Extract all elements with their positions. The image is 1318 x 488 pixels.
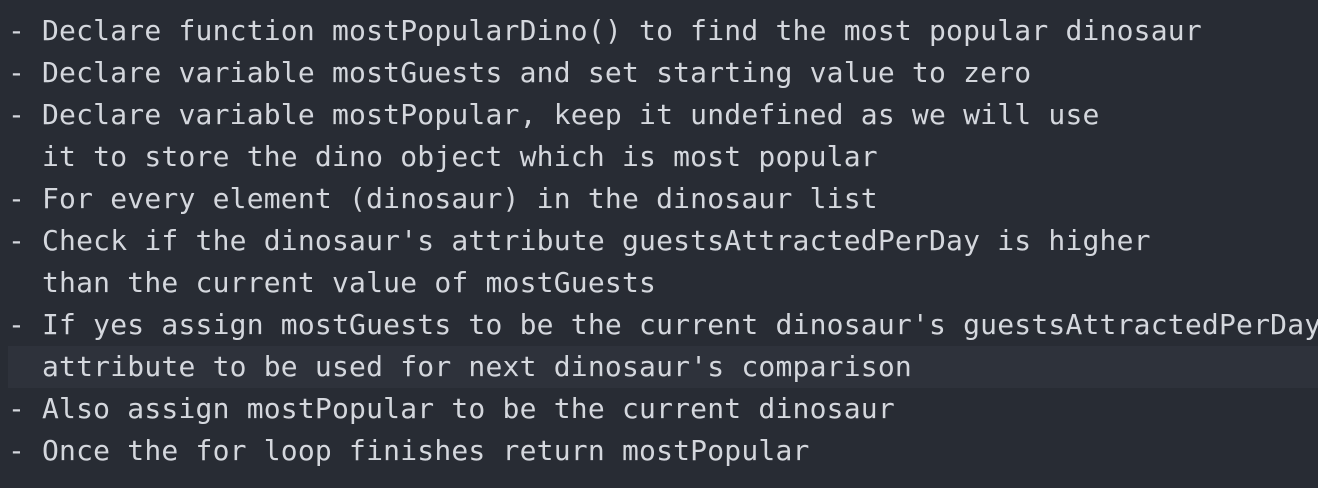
bullet-dash: - xyxy=(8,14,25,47)
bullet-dash: - xyxy=(8,56,25,89)
line-text: than the current value of mostGuests xyxy=(42,266,657,299)
bullet-dash: - xyxy=(8,308,25,341)
editor-line[interactable]: - Also assign mostPopular to be the curr… xyxy=(0,388,1318,430)
line-text: Declare variable mostPopular, keep it un… xyxy=(42,98,1100,131)
line-text: Declare function mostPopularDino() to fi… xyxy=(42,14,1202,47)
editor-line[interactable]: - Declare variable mostPopular, keep it … xyxy=(0,94,1318,136)
line-text: Check if the dinosaur's attribute guests… xyxy=(42,224,1151,257)
bullet-dash: - xyxy=(8,98,25,131)
editor-line[interactable]: it to store the dino object which is mos… xyxy=(0,136,1318,178)
editor-line[interactable]: - For every element (dinosaur) in the di… xyxy=(0,178,1318,220)
line-text: Declare variable mostGuests and set star… xyxy=(42,56,1032,89)
line-text: attribute to be used for next dinosaur's… xyxy=(42,350,912,383)
editor-line[interactable]: - Once the for loop finishes return most… xyxy=(0,430,1318,472)
editor-line[interactable]: than the current value of mostGuests xyxy=(0,262,1318,304)
editor-line[interactable]: - Declare function mostPopularDino() to … xyxy=(0,10,1318,52)
bullet-dash: - xyxy=(8,434,25,467)
text-editor[interactable]: - Declare function mostPopularDino() to … xyxy=(0,0,1318,488)
editor-line[interactable]: - Declare variable mostGuests and set st… xyxy=(0,52,1318,94)
bullet-dash: - xyxy=(8,182,25,215)
line-text: Once the for loop finishes return mostPo… xyxy=(42,434,810,467)
line-text: it to store the dino object which is mos… xyxy=(42,140,878,173)
bullet-dash: - xyxy=(8,224,25,257)
line-text: Also assign mostPopular to be the curren… xyxy=(42,392,895,425)
editor-line[interactable]: - Check if the dinosaur's attribute gues… xyxy=(0,220,1318,262)
editor-line[interactable]: - If yes assign mostGuests to be the cur… xyxy=(0,304,1318,346)
line-text: For every element (dinosaur) in the dino… xyxy=(42,182,878,215)
line-text: If yes assign mostGuests to be the curre… xyxy=(42,308,1318,341)
bullet-dash: - xyxy=(8,392,25,425)
editor-line-current[interactable]: attribute to be used for next dinosaur's… xyxy=(8,346,1318,388)
